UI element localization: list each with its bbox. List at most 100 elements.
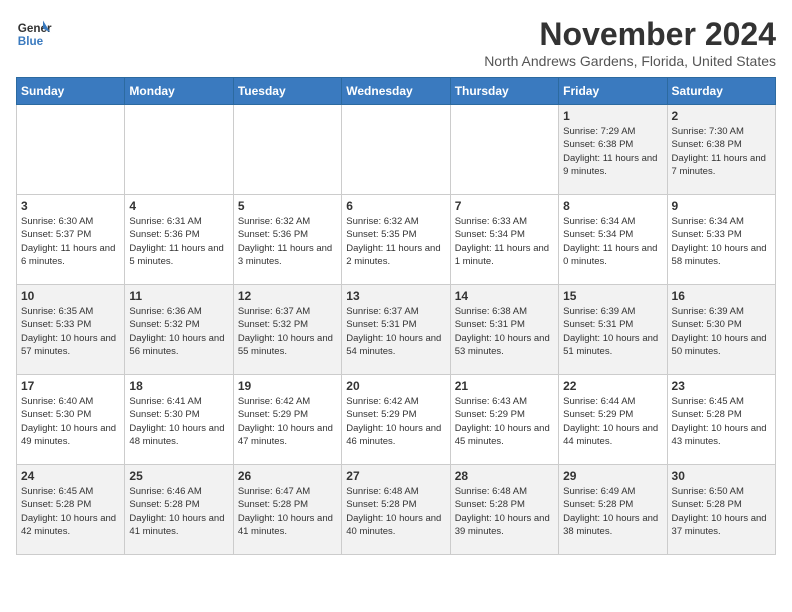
calendar-cell: 20 Sunrise: 6:42 AM Sunset: 5:29 PM Dayli… [342, 375, 450, 465]
calendar-day-header: Thursday [450, 78, 558, 105]
calendar-week-row: 1 Sunrise: 7:29 AM Sunset: 6:38 PM Daylig… [17, 105, 776, 195]
calendar-cell: 13 Sunrise: 6:37 AM Sunset: 5:31 PM Dayli… [342, 285, 450, 375]
calendar-cell [450, 105, 558, 195]
day-info: Sunrise: 6:37 AM Sunset: 5:31 PM Dayligh… [346, 305, 445, 358]
calendar-cell: 29Sunrise: 6:49 AM Sunset: 5:28 PM Dayli… [559, 465, 667, 555]
calendar-header-row: SundayMondayTuesdayWednesdayThursdayFrid… [17, 78, 776, 105]
calendar-cell [17, 105, 125, 195]
logo-icon: General Blue [16, 16, 52, 52]
day-number: 20 [346, 379, 445, 393]
calendar-table: SundayMondayTuesdayWednesdayThursdayFrid… [16, 77, 776, 555]
day-number: 11 [129, 289, 228, 303]
calendar-cell: 26 Sunrise: 6:47 AM Sunset: 5:28 PM Dayli… [233, 465, 341, 555]
calendar-cell: 21 Sunrise: 6:43 AM Sunset: 5:29 PM Dayli… [450, 375, 558, 465]
day-number: 22 [563, 379, 662, 393]
logo: General Blue [16, 16, 52, 52]
calendar-day-header: Tuesday [233, 78, 341, 105]
day-info: Sunrise: 6:40 AM Sunset: 5:30 PM Dayligh… [21, 395, 120, 448]
day-number: 3 [21, 199, 120, 213]
day-number: 1 [563, 109, 662, 123]
title-area: November 2024 North Andrews Gardens, Flo… [484, 16, 776, 69]
calendar-day-header: Saturday [667, 78, 775, 105]
day-number: 28 [455, 469, 554, 483]
day-info: Sunrise: 6:34 AM Sunset: 5:34 PM Dayligh… [563, 215, 662, 268]
calendar-cell: 25 Sunrise: 6:46 AM Sunset: 5:28 PM Dayli… [125, 465, 233, 555]
calendar-cell: 28 Sunrise: 6:48 AM Sunset: 5:28 PM Dayli… [450, 465, 558, 555]
day-info: Sunrise: 6:46 AM Sunset: 5:28 PM Dayligh… [129, 485, 228, 538]
day-number: 25 [129, 469, 228, 483]
day-number: 4 [129, 199, 228, 213]
calendar-cell: 22 Sunrise: 6:44 AM Sunset: 5:29 PM Dayli… [559, 375, 667, 465]
day-info: Sunrise: 6:47 AM Sunset: 5:28 PM Dayligh… [238, 485, 337, 538]
day-number: 15 [563, 289, 662, 303]
day-number: 17 [21, 379, 120, 393]
calendar-day-header: Sunday [17, 78, 125, 105]
calendar-cell: 7 Sunrise: 6:33 AM Sunset: 5:34 PM Daylig… [450, 195, 558, 285]
calendar-cell [233, 105, 341, 195]
day-info: Sunrise: 6:45 AM Sunset: 5:28 PM Dayligh… [21, 485, 120, 538]
day-info: Sunrise: 6:49 AM Sunset: 5:28 PM Dayligh… [563, 485, 662, 538]
calendar-week-row: 10 Sunrise: 6:35 AM Sunset: 5:33 PM Dayli… [17, 285, 776, 375]
day-info: Sunrise: 6:50 AM Sunset: 5:28 PM Dayligh… [672, 485, 771, 538]
day-number: 13 [346, 289, 445, 303]
day-info: Sunrise: 6:32 AM Sunset: 5:35 PM Dayligh… [346, 215, 445, 268]
day-number: 24 [21, 469, 120, 483]
day-number: 23 [672, 379, 771, 393]
day-info: Sunrise: 6:35 AM Sunset: 5:33 PM Dayligh… [21, 305, 120, 358]
day-number: 30 [672, 469, 771, 483]
day-info: Sunrise: 6:37 AM Sunset: 5:32 PM Dayligh… [238, 305, 337, 358]
calendar-cell: 24 Sunrise: 6:45 AM Sunset: 5:28 PM Dayli… [17, 465, 125, 555]
calendar-cell: 23 Sunrise: 6:45 AM Sunset: 5:28 PM Dayli… [667, 375, 775, 465]
calendar-cell: 30 Sunrise: 6:50 AM Sunset: 5:28 PM Dayli… [667, 465, 775, 555]
day-info: Sunrise: 6:32 AM Sunset: 5:36 PM Dayligh… [238, 215, 337, 268]
calendar-cell [125, 105, 233, 195]
calendar-week-row: 3Sunrise: 6:30 AM Sunset: 5:37 PM Daylig… [17, 195, 776, 285]
day-number: 7 [455, 199, 554, 213]
day-info: Sunrise: 6:43 AM Sunset: 5:29 PM Dayligh… [455, 395, 554, 448]
day-number: 8 [563, 199, 662, 213]
svg-text:Blue: Blue [18, 35, 44, 48]
day-number: 12 [238, 289, 337, 303]
calendar-cell: 2 Sunrise: 7:30 AM Sunset: 6:38 PM Daylig… [667, 105, 775, 195]
day-number: 10 [21, 289, 120, 303]
calendar-cell: 12 Sunrise: 6:37 AM Sunset: 5:32 PM Dayli… [233, 285, 341, 375]
day-info: Sunrise: 6:41 AM Sunset: 5:30 PM Dayligh… [129, 395, 228, 448]
day-info: Sunrise: 6:48 AM Sunset: 5:28 PM Dayligh… [346, 485, 445, 538]
day-info: Sunrise: 6:31 AM Sunset: 5:36 PM Dayligh… [129, 215, 228, 268]
calendar-body: 1 Sunrise: 7:29 AM Sunset: 6:38 PM Daylig… [17, 105, 776, 555]
day-info: Sunrise: 6:44 AM Sunset: 5:29 PM Dayligh… [563, 395, 662, 448]
calendar-cell: 17 Sunrise: 6:40 AM Sunset: 5:30 PM Dayli… [17, 375, 125, 465]
calendar-cell: 16Sunrise: 6:39 AM Sunset: 5:30 PM Dayli… [667, 285, 775, 375]
calendar-day-header: Wednesday [342, 78, 450, 105]
calendar-week-row: 24 Sunrise: 6:45 AM Sunset: 5:28 PM Dayli… [17, 465, 776, 555]
day-info: Sunrise: 6:38 AM Sunset: 5:31 PM Dayligh… [455, 305, 554, 358]
day-number: 27 [346, 469, 445, 483]
subtitle: North Andrews Gardens, Florida, United S… [484, 53, 776, 69]
day-number: 18 [129, 379, 228, 393]
calendar-week-row: 17 Sunrise: 6:40 AM Sunset: 5:30 PM Dayli… [17, 375, 776, 465]
day-number: 19 [238, 379, 337, 393]
day-info: Sunrise: 6:45 AM Sunset: 5:28 PM Dayligh… [672, 395, 771, 448]
calendar-day-header: Friday [559, 78, 667, 105]
day-info: Sunrise: 6:34 AM Sunset: 5:33 PM Dayligh… [672, 215, 771, 268]
month-title: November 2024 [484, 16, 776, 53]
calendar-cell: 18 Sunrise: 6:41 AM Sunset: 5:30 PM Dayli… [125, 375, 233, 465]
calendar-cell: 6Sunrise: 6:32 AM Sunset: 5:35 PM Daylig… [342, 195, 450, 285]
day-number: 2 [672, 109, 771, 123]
day-info: Sunrise: 6:39 AM Sunset: 5:30 PM Dayligh… [672, 305, 771, 358]
day-number: 21 [455, 379, 554, 393]
calendar-cell: 9Sunrise: 6:34 AM Sunset: 5:33 PM Daylig… [667, 195, 775, 285]
day-info: Sunrise: 7:30 AM Sunset: 6:38 PM Dayligh… [672, 125, 771, 178]
calendar-day-header: Monday [125, 78, 233, 105]
calendar-cell: 5Sunrise: 6:32 AM Sunset: 5:36 PM Daylig… [233, 195, 341, 285]
calendar-cell: 27 Sunrise: 6:48 AM Sunset: 5:28 PM Dayli… [342, 465, 450, 555]
calendar-cell: 14Sunrise: 6:38 AM Sunset: 5:31 PM Dayli… [450, 285, 558, 375]
day-info: Sunrise: 6:48 AM Sunset: 5:28 PM Dayligh… [455, 485, 554, 538]
day-info: Sunrise: 6:33 AM Sunset: 5:34 PM Dayligh… [455, 215, 554, 268]
day-number: 26 [238, 469, 337, 483]
day-info: Sunrise: 6:42 AM Sunset: 5:29 PM Dayligh… [346, 395, 445, 448]
day-info: Sunrise: 6:36 AM Sunset: 5:32 PM Dayligh… [129, 305, 228, 358]
calendar-cell [342, 105, 450, 195]
day-info: Sunrise: 7:29 AM Sunset: 6:38 PM Dayligh… [563, 125, 662, 178]
calendar-cell: 11 Sunrise: 6:36 AM Sunset: 5:32 PM Dayli… [125, 285, 233, 375]
